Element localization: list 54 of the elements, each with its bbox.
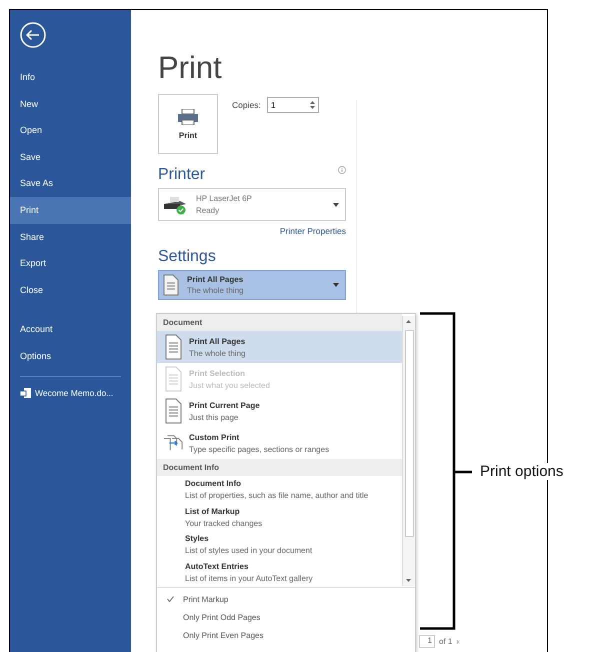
page-icon	[163, 334, 183, 360]
scroll-down-icon[interactable]	[406, 579, 411, 582]
menu-toggle-item[interactable]: Only Print Odd Pages	[157, 608, 415, 626]
sidebar-item[interactable]: Options	[10, 342, 131, 370]
check-icon	[166, 596, 174, 602]
print-range-dropdown[interactable]: Print All Pages The whole thing	[158, 270, 346, 300]
menu-item[interactable]: Print Current Page Just this page	[157, 395, 402, 427]
printer-properties-link[interactable]: Printer Properties	[158, 226, 346, 236]
sidebar-item[interactable]: New	[10, 90, 131, 118]
page-icon	[163, 366, 183, 392]
menu-section-header: Document Info	[157, 459, 402, 476]
sidebar-item[interactable]: Open	[10, 117, 131, 144]
menu-item[interactable]: Document Info List of properties, such as file name, author and title	[157, 476, 402, 504]
sidebar-item[interactable]: Save As	[10, 170, 131, 197]
menu-toggle-item[interactable]: Only Print Even Pages	[157, 626, 415, 644]
recent-document[interactable]: Wecome Memo.do...	[35, 388, 114, 398]
info-icon[interactable]	[338, 166, 346, 174]
menu-item[interactable]: Print All Pages The whole thing	[157, 331, 402, 363]
copies-label: Copies:	[232, 100, 261, 110]
menu-item[interactable]: Custom Print Type specific pages, sections or ranges	[157, 427, 402, 459]
printer-dropdown[interactable]: HP LaserJet 6P Ready	[158, 188, 346, 221]
back-icon[interactable]	[20, 22, 46, 48]
menu-toggle-item[interactable]: Print Markup	[157, 590, 415, 608]
page-count: of 1	[439, 637, 452, 646]
spinner-arrows-icon[interactable]	[310, 100, 315, 110]
page-icon	[163, 398, 183, 424]
sidebar-item[interactable]: Print	[10, 196, 131, 224]
copies-field[interactable]: 1	[266, 97, 319, 113]
menu-item[interactable]: List of Markup Your tracked changes	[157, 504, 402, 531]
sidebar-item[interactable]: Account	[10, 316, 131, 343]
menu-item[interactable]: AutoText Entries List of items in your AutoText gallery	[157, 558, 402, 586]
page-number-field[interactable]: 1	[419, 635, 435, 648]
next-page-button[interactable]: ›	[456, 637, 460, 646]
sidebar-item[interactable]: Export	[10, 250, 131, 277]
menu-item[interactable]: Styles List of styles used in your document	[157, 531, 402, 558]
settings-heading: Settings	[158, 248, 216, 266]
printer-heading: Printer	[158, 166, 206, 184]
menu-section-header: Document	[157, 314, 402, 331]
page-title: Print	[158, 49, 223, 87]
scroll-up-icon[interactable]	[406, 320, 411, 323]
printer-ready-icon	[162, 194, 188, 214]
callout-label: Print options	[480, 463, 564, 480]
dropdown-arrow-icon	[333, 202, 339, 206]
document-icon	[20, 386, 32, 399]
sidebar-item[interactable]: Info	[10, 64, 131, 91]
print-button[interactable]: Print	[158, 94, 218, 154]
printer-icon	[177, 108, 199, 124]
sidebar-item[interactable]: Close	[10, 276, 131, 304]
pages-arrow-icon	[163, 434, 183, 452]
scrollbar[interactable]	[402, 316, 415, 586]
sidebar-item[interactable]: Share	[10, 224, 131, 250]
page-icon	[163, 274, 179, 296]
dropdown-arrow-icon	[333, 283, 339, 287]
sidebar-item[interactable]: Save	[10, 144, 131, 170]
